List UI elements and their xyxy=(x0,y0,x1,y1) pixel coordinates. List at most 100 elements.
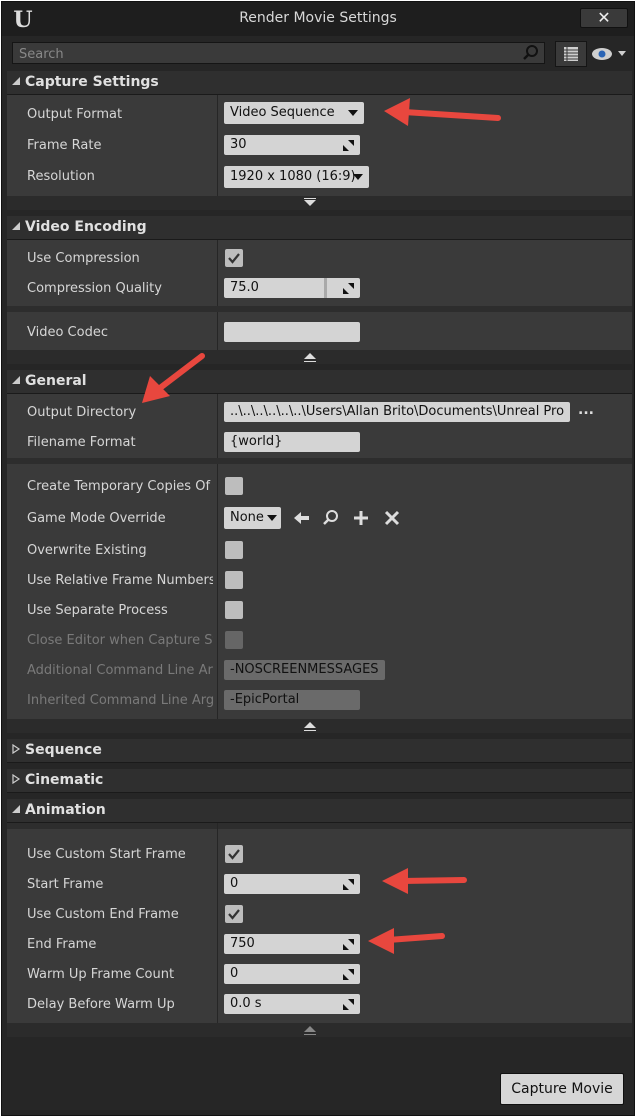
start-frame-value: 0 xyxy=(230,876,239,891)
output-format-dropdown[interactable]: Video Sequence xyxy=(224,102,364,124)
chevron-down-icon xyxy=(353,174,363,180)
column-divider[interactable] xyxy=(217,823,218,1023)
section-header-cinematic[interactable]: Cinematic xyxy=(7,769,632,793)
filename-format-input[interactable]: {world} xyxy=(224,432,360,452)
spin-arrows-icon xyxy=(343,140,354,151)
output-directory-input[interactable]: ..\..\..\..\..\..\Users\Allan Brito\Docu… xyxy=(224,402,570,422)
end-frame-input[interactable]: 750 xyxy=(224,934,360,954)
section-title: General xyxy=(25,373,87,389)
close-button[interactable]: ✕ xyxy=(580,8,628,28)
section-header-sequence[interactable]: Sequence xyxy=(7,739,632,763)
filename-format-label: Filename Format xyxy=(27,435,136,450)
warm-up-frame-count-value: 0 xyxy=(230,966,239,981)
additional-command-line-label: Additional Command Line Argu xyxy=(27,663,213,678)
browse-magnifier-icon[interactable] xyxy=(322,509,340,527)
use-custom-start-frame-checkbox[interactable] xyxy=(225,845,243,863)
use-compression-checkbox[interactable] xyxy=(225,249,243,267)
use-selected-arrow-icon[interactable] xyxy=(293,509,311,527)
section-header-animation[interactable]: Animation xyxy=(7,799,632,823)
checkmark-icon xyxy=(228,849,240,860)
resolution-label: Resolution xyxy=(27,169,95,184)
output-format-value: Video Sequence xyxy=(230,105,335,120)
section-title: Capture Settings xyxy=(25,74,159,90)
compression-quality-label: Compression Quality xyxy=(27,281,162,296)
render-movie-settings-window: U Render Movie Settings ✕ Capture xyxy=(1,1,635,1116)
annotation-arrow-icon xyxy=(384,98,501,126)
section-title: Video Encoding xyxy=(25,219,147,235)
end-frame-label: End Frame xyxy=(27,937,97,952)
use-custom-end-frame-checkbox[interactable] xyxy=(225,905,243,923)
visibility-button[interactable] xyxy=(590,42,630,66)
advanced-collapse-bar[interactable] xyxy=(7,1023,632,1037)
spin-arrows-icon xyxy=(343,879,354,890)
search-bar[interactable] xyxy=(12,42,545,65)
overwrite-existing-checkbox[interactable] xyxy=(225,541,243,559)
relative-frame-numbers-label: Use Relative Frame Numbers xyxy=(27,573,213,588)
annotation-arrow-icon xyxy=(142,353,205,403)
advanced-collapse-bar[interactable] xyxy=(7,350,632,364)
window-title: Render Movie Settings xyxy=(239,10,397,26)
output-format-label: Output Format xyxy=(27,107,123,122)
clear-icon[interactable] xyxy=(383,509,401,527)
frame-rate-input[interactable]: 30 xyxy=(224,135,360,155)
separate-process-checkbox[interactable] xyxy=(225,601,243,619)
use-custom-end-frame-label: Use Custom End Frame xyxy=(27,907,179,922)
capture-settings-rows: Output Format Video Sequence Frame Rate … xyxy=(7,95,632,196)
spin-arrows-icon xyxy=(343,969,354,980)
spin-arrows-icon xyxy=(343,283,354,294)
section-header-video-encoding[interactable]: Video Encoding xyxy=(7,216,632,240)
chevron-down-icon xyxy=(348,110,358,116)
warm-up-frame-count-input[interactable]: 0 xyxy=(224,964,360,984)
view-options-button[interactable] xyxy=(555,41,587,67)
advanced-expand-bar[interactable] xyxy=(7,196,632,210)
expand-down-icon xyxy=(304,198,316,206)
section-gap xyxy=(7,306,632,312)
search-icon[interactable] xyxy=(522,44,540,62)
game-mode-dropdown[interactable]: None xyxy=(224,507,281,529)
spin-arrows-icon xyxy=(343,939,354,950)
spin-arrows-icon xyxy=(343,999,354,1010)
section-title: Animation xyxy=(25,802,106,818)
frame-rate-value: 30 xyxy=(230,137,247,152)
advanced-collapse-bar[interactable] xyxy=(7,719,632,733)
video-encoding-rows: Use Compression Compression Quality 75.0… xyxy=(7,240,632,350)
checkmark-icon xyxy=(228,253,240,264)
general-rows: Output Directory ..\..\..\..\..\..\Users… xyxy=(7,394,632,719)
resolution-dropdown[interactable]: 1920 x 1080 (16:9) xyxy=(224,166,369,188)
collapse-arrow-icon xyxy=(12,376,20,384)
temp-copies-checkbox[interactable] xyxy=(225,477,243,495)
section-header-general[interactable]: General xyxy=(7,370,632,394)
video-codec-input[interactable] xyxy=(224,322,360,342)
collapse-arrow-icon xyxy=(12,77,20,85)
warm-up-frame-count-label: Warm Up Frame Count xyxy=(27,967,175,982)
search-input[interactable] xyxy=(13,43,521,65)
column-divider[interactable] xyxy=(217,240,218,350)
section-gap xyxy=(7,458,632,464)
start-frame-label: Start Frame xyxy=(27,877,104,892)
start-frame-input[interactable]: 0 xyxy=(224,874,360,894)
inherited-command-line-input: -EpicPortal xyxy=(224,690,360,710)
collapse-arrow-icon xyxy=(12,805,20,813)
annotation-arrow-icon xyxy=(368,928,445,954)
additional-command-line-input: -NOSCREENMESSAGES xyxy=(224,660,385,680)
browse-button[interactable]: ... xyxy=(578,402,594,418)
close-editor-checkbox xyxy=(225,631,243,649)
compression-quality-slider[interactable]: 75.0 xyxy=(224,278,360,298)
use-custom-start-frame-label: Use Custom Start Frame xyxy=(27,847,186,862)
expand-arrow-icon xyxy=(12,774,21,784)
collapse-arrow-icon xyxy=(12,222,20,230)
game-mode-override-label: Game Mode Override xyxy=(27,511,166,526)
overwrite-existing-label: Overwrite Existing xyxy=(27,543,147,558)
column-divider[interactable] xyxy=(217,95,218,196)
add-icon[interactable] xyxy=(352,509,370,527)
animation-rows: Use Custom Start Frame Start Frame 0 Use… xyxy=(7,823,632,1023)
capture-movie-button[interactable]: Capture Movie xyxy=(500,1073,624,1105)
column-divider[interactable] xyxy=(217,394,218,719)
relative-frame-numbers-checkbox[interactable] xyxy=(225,571,243,589)
close-editor-label: Close Editor when Capture Sta xyxy=(27,633,213,648)
section-header-capture-settings[interactable]: Capture Settings xyxy=(7,71,632,95)
delay-before-warm-up-label: Delay Before Warm Up xyxy=(27,997,175,1012)
title-bar[interactable]: U Render Movie Settings ✕ xyxy=(2,2,634,36)
delay-before-warm-up-input[interactable]: 0.0 s xyxy=(224,994,360,1014)
annotation-arrow-icon xyxy=(382,868,467,894)
